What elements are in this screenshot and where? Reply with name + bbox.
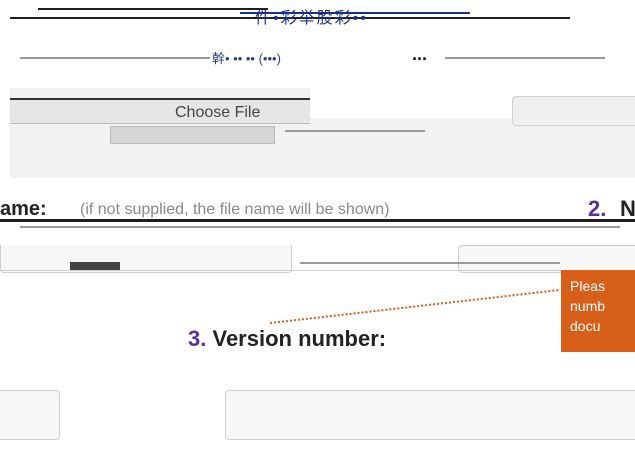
callout-line: docu — [570, 318, 601, 334]
upload-button-right[interactable] — [512, 96, 635, 126]
callout-line: numb — [570, 298, 606, 314]
garble-line — [300, 262, 560, 264]
version-label-text: Version number: — [212, 326, 387, 351]
meta-garble-line — [445, 57, 605, 59]
input-underline — [0, 270, 635, 271]
step-3-number: 3. — [188, 326, 207, 351]
name-label-row: ame: (if not supplied, the file name wil… — [0, 196, 635, 228]
help-callout: Pleas numb docu — [561, 270, 635, 352]
name-input[interactable] — [0, 245, 292, 273]
selected-indicator — [70, 262, 120, 270]
upload-garble-line — [285, 130, 425, 132]
meta-ellipsis: ... — [412, 44, 428, 64]
meta-line: 幹• •• •• (•••) ... — [0, 44, 635, 70]
upload-panel-right — [310, 118, 635, 178]
meta-garble-line — [20, 57, 210, 59]
header-title: 件•彩举股彩•• — [255, 10, 368, 27]
version-label: 3. Version number: — [188, 326, 386, 352]
name-label-text: ame — [0, 198, 41, 220]
left-input[interactable] — [0, 390, 60, 440]
header-garble-line — [38, 8, 268, 10]
choose-file-button[interactable]: Choose File — [10, 98, 310, 124]
name-garble-line — [0, 219, 635, 222]
file-name-display — [110, 126, 275, 144]
meta-text: 幹• •• •• (•••) — [212, 51, 281, 66]
callout-line: Pleas — [570, 278, 606, 294]
name-garble-line — [20, 226, 620, 228]
name-label: ame: — [0, 198, 47, 221]
name-label-colon: : — [40, 198, 47, 220]
callout-leader — [270, 289, 559, 324]
version-number-input[interactable] — [225, 390, 635, 440]
header-bar: 件•彩举股彩•• — [0, 0, 635, 30]
name-hint: (if not supplied, the file name will be … — [80, 201, 390, 218]
choose-file-label: Choose File — [175, 104, 261, 121]
second-input[interactable] — [458, 245, 635, 273]
